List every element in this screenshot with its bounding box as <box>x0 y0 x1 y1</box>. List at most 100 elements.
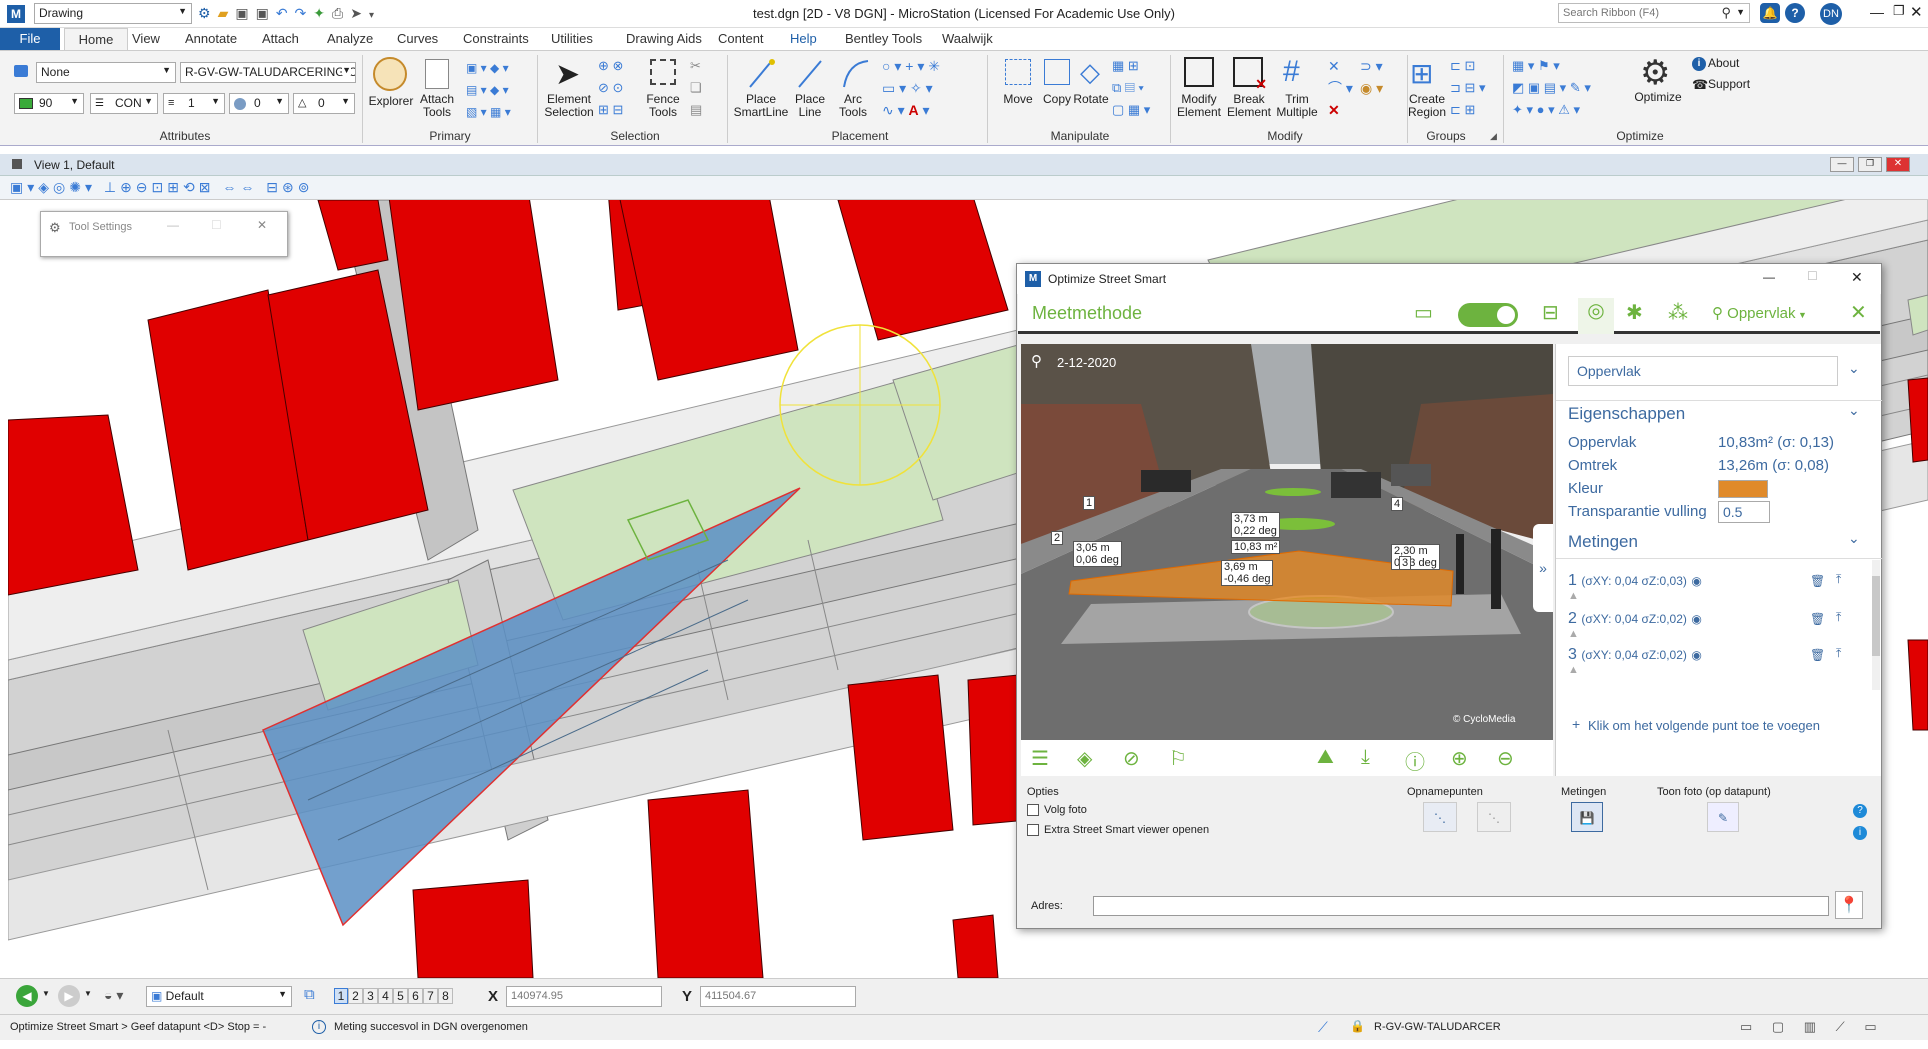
show-recordings-button[interactable]: ⋱ <box>1423 802 1457 832</box>
tab-annotate[interactable]: Annotate <box>185 31 237 46</box>
place-smartline-icon[interactable] <box>746 57 776 91</box>
measure-type-select[interactable]: Oppervlak <box>1568 356 1838 386</box>
ssw-minimize-button[interactable]: — <box>1763 270 1775 284</box>
close-window-button[interactable]: ✕ <box>1910 3 1923 21</box>
restore-window-button[interactable]: ❐ <box>1893 3 1905 19</box>
target-icon[interactable]: ◉ <box>1691 648 1701 662</box>
status-active-level[interactable]: R-GV-GW-TALUDARCER <box>1374 1021 1501 1033</box>
view-button-5[interactable]: 5 <box>393 988 408 1004</box>
chevron-down-icon[interactable]: ⌄ <box>1848 402 1860 419</box>
zoom-out-icon[interactable]: ⊖ <box>1497 746 1514 771</box>
tab-constraints[interactable]: Constraints <box>463 31 529 46</box>
tool-settings-maximize[interactable]: ☐ <box>211 218 222 232</box>
view-close-button[interactable]: ✕ <box>1886 157 1910 172</box>
download-icon[interactable]: ⤓ <box>1361 746 1370 769</box>
info-icon[interactable]: ⓘ <box>1405 746 1425 775</box>
view-cube-icon[interactable]: ◒ ▾ <box>104 987 123 1004</box>
optimize-gear-icon[interactable]: ⚙ <box>1640 53 1670 93</box>
prop-color-swatch[interactable] <box>1718 480 1768 498</box>
trim-multiple-icon[interactable]: # <box>1283 55 1300 89</box>
add-point-link[interactable]: Klik om het volgende punt toe te voegen <box>1588 718 1820 733</box>
panorama-viewer[interactable]: ⚲ 2-12-2020 1 2 4 3,73 m 0,22 deg 3,05 m0… <box>1021 344 1553 740</box>
move-icon[interactable] <box>1005 59 1031 85</box>
tab-content[interactable]: Content <box>718 31 764 46</box>
pin-point-icon[interactable]: ⤒ <box>1836 572 1841 587</box>
explorer-button[interactable]: Explorer <box>366 95 416 108</box>
lock-icon[interactable]: 🔒 <box>1350 1019 1365 1033</box>
create-region-icon[interactable]: ⊞ <box>1410 57 1433 90</box>
modify-element-button[interactable]: Modify Element <box>1174 93 1224 119</box>
view-group-select[interactable]: ▣ Default ▼ <box>146 986 292 1007</box>
create-region-button[interactable]: Create Region <box>1404 93 1450 119</box>
place-line-icon[interactable] <box>795 57 825 91</box>
view-button-8[interactable]: 8 <box>438 988 453 1004</box>
locate-address-button[interactable]: 📍 <box>1835 891 1863 919</box>
pin-point-icon[interactable]: ⤒ <box>1836 646 1841 661</box>
measurement-point-row[interactable]: 1 (σXY: 0,04 σZ:0,03) ◉ <box>1568 572 1702 590</box>
modify-element-icon[interactable] <box>1184 57 1214 87</box>
tab-view[interactable]: View <box>132 31 160 46</box>
avatar[interactable]: DN <box>1820 3 1842 25</box>
fence-tools-button[interactable]: Fence Tools <box>640 93 686 119</box>
export-icon[interactable]: ⛰ <box>1317 746 1334 769</box>
ribbon-search[interactable]: Search Ribbon (F4) ⚲ ▼ <box>1558 3 1750 23</box>
gear-icon[interactable]: ✱ <box>1626 300 1643 325</box>
view-button-1[interactable]: 1 <box>334 988 348 1004</box>
hide-icon[interactable]: ⊘ <box>1123 746 1140 771</box>
prop-transparency-input[interactable]: 0.5 <box>1718 501 1770 523</box>
zoom-search-icon[interactable]: ⚲ <box>1031 352 1042 370</box>
tab-analyze[interactable]: Analyze <box>327 31 373 46</box>
tab-bentley-tools[interactable]: Bentley Tools <box>845 31 922 46</box>
zoom-in-icon[interactable]: ⊕ <box>1451 746 1468 771</box>
checkbox-box[interactable] <box>1027 804 1039 817</box>
view-button-6[interactable]: 6 <box>408 988 423 1004</box>
color-select[interactable]: 90 ▼ <box>14 93 84 114</box>
view-button-7[interactable]: 7 <box>423 988 438 1004</box>
status-tools-icons[interactable]: ▭ ▢ ▥ ⟋ ▭ <box>1740 1019 1885 1035</box>
active-level-select[interactable]: R-GV-GW-TALUDARCERING-C ▼ <box>180 62 356 83</box>
place-smartline-button[interactable]: Place SmartLine <box>733 93 789 119</box>
trash-icon[interactable]: 🗑 <box>1810 648 1825 662</box>
chevron-down-icon[interactable]: ⌄ <box>1848 530 1860 547</box>
measurement-point-row[interactable]: 3 (σXY: 0,04 σZ:0,02) ◉ <box>1568 646 1702 664</box>
scrollbar-thumb[interactable] <box>1872 576 1880 656</box>
fence-tools-icon[interactable] <box>650 59 676 85</box>
level-filter-select[interactable]: None ▼ <box>36 62 176 83</box>
notifications-icon[interactable]: 🔔 <box>1760 3 1780 23</box>
help-icon[interactable]: ? <box>1785 3 1805 23</box>
rotate-icon[interactable]: ◇ <box>1080 57 1100 88</box>
view-button-4[interactable]: 4 <box>378 988 393 1004</box>
map-icon[interactable]: ▭ <box>1414 300 1433 325</box>
tab-utilities[interactable]: Utilities <box>551 31 593 46</box>
minimize-window-button[interactable]: — <box>1870 4 1884 20</box>
snap-icon[interactable]: ⟋ <box>1318 1019 1328 1036</box>
chevron-down-icon[interactable]: ▼ <box>84 989 92 998</box>
tab-curves[interactable]: Curves <box>397 31 438 46</box>
forward-icon[interactable]: ▶ <box>58 985 80 1007</box>
marker-icon[interactable]: ⚐ <box>1169 746 1187 771</box>
view-minimize-button[interactable]: — <box>1830 157 1854 172</box>
layers-icon[interactable]: ◈ <box>1077 746 1092 771</box>
break-element-icon[interactable]: ✕ <box>1233 57 1267 92</box>
ssw-close-button[interactable]: ✕ <box>1851 269 1863 286</box>
mode-select[interactable]: ⚲ Oppervlak ▼ <box>1712 304 1807 322</box>
view-restore-button[interactable]: ❐ <box>1858 157 1882 172</box>
support-button[interactable]: Support <box>1708 78 1750 91</box>
measurement-point-row[interactable]: 2 (σXY: 0,04 σZ:0,02) ◉ <box>1568 610 1702 628</box>
tool-settings-dialog[interactable]: ⚙ Tool Settings — ☐ ✕ <box>40 211 288 257</box>
chevron-down-icon[interactable]: ▼ <box>42 989 50 998</box>
target-icon[interactable]: ◉ <box>1691 612 1701 626</box>
adres-input[interactable] <box>1093 896 1829 916</box>
close-icon[interactable]: ✕ <box>257 218 267 232</box>
show-photo-button[interactable]: ✎ <box>1707 802 1739 832</box>
arc-tools-button[interactable]: Arc Tools <box>833 93 873 119</box>
rotate-button[interactable]: Rotate <box>1070 93 1112 106</box>
element-selection-icon[interactable]: ➤ <box>555 57 580 92</box>
view-button-3[interactable]: 3 <box>363 988 378 1004</box>
x-coord-input[interactable]: 140974.95 <box>506 986 662 1007</box>
menu-icon[interactable]: ☰ <box>1031 746 1049 771</box>
tab-help[interactable]: Help <box>790 31 817 46</box>
tab-home[interactable]: Home <box>64 28 128 50</box>
measure-target-icon[interactable]: ◎ <box>1578 298 1614 334</box>
transparency-select[interactable]: 0 ▼ <box>229 93 289 114</box>
